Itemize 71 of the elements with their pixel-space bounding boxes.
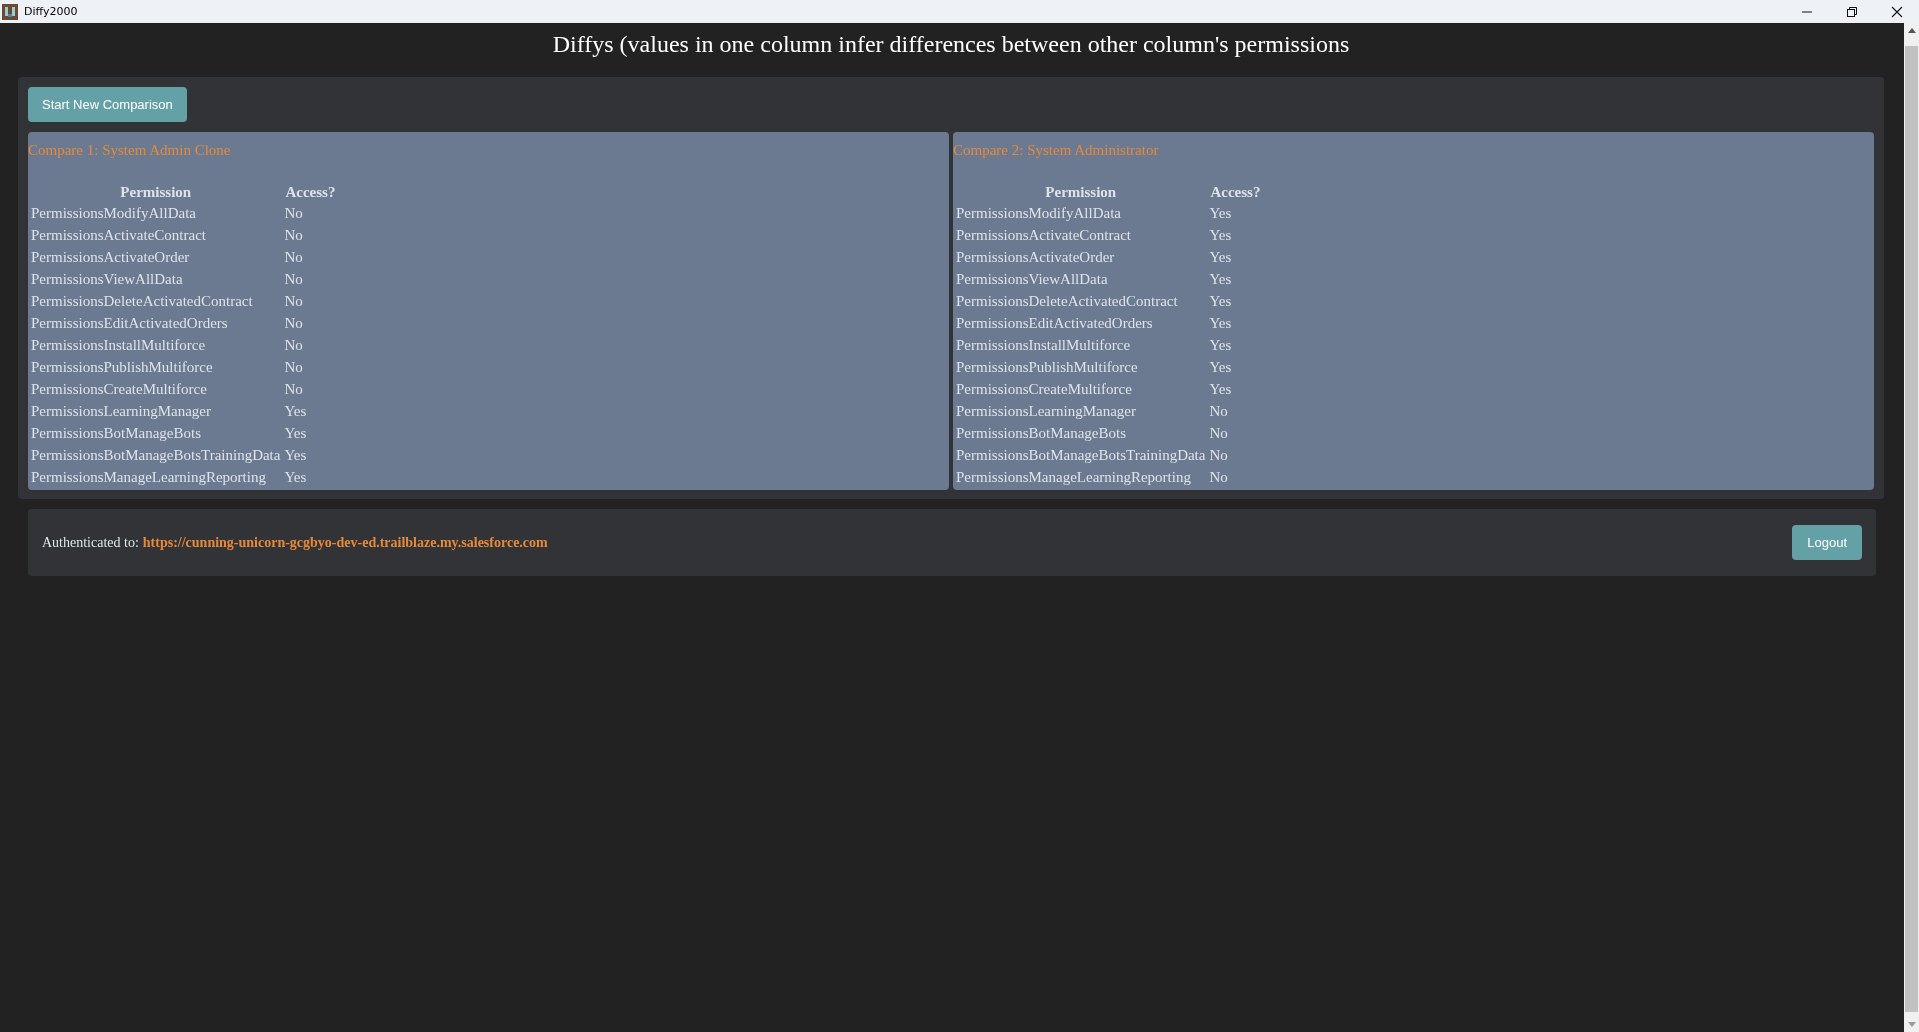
logout-button[interactable]: Logout [1792,525,1862,560]
table-cell-text: PermissionsViewAllData [955,269,1109,289]
table-cell-text: No [283,203,304,223]
table-cell-text: PermissionsEditActivatedOrders [30,313,229,333]
table-cell-text: No [283,247,304,267]
table-cell-text: No [1208,423,1229,443]
table-cell-text: Yes [1208,291,1233,311]
table-cell-text: PermissionsPublishMultiforce [955,357,1139,377]
table-cell-text: PermissionsManageLearningReporting [30,467,267,487]
scroll-down-icon[interactable] [1907,1022,1916,1027]
column-header: Access? [284,182,337,202]
scrollbar[interactable] [1904,23,1919,1032]
table-cell-text: Yes [1208,357,1233,377]
scrollbar-thumb[interactable] [1905,46,1918,1012]
app-icon [2,3,18,20]
table-cell-text: No [283,225,304,245]
window-title: Diffy2000 [24,5,78,18]
page-heading: Diffys (values in one column infer differences between other column's permissions [551,31,1351,58]
close-icon[interactable] [1891,5,1903,18]
table-cell-text: PermissionsCreateMultiforce [955,379,1133,399]
table-cell-text: No [283,269,304,289]
restore-icon[interactable] [1846,5,1858,18]
table-cell-text: PermissionsInstallMultiforce [955,335,1132,355]
table-cell-text: Yes [1208,335,1233,355]
column-header: Access? [1209,182,1262,202]
table-cell-text: Yes [283,401,308,421]
comparison-title: Compare 1: System Admin Clone [28,142,232,160]
table-cell-text: PermissionsBotManageBotsTrainingData [955,445,1207,465]
table-cell-text: PermissionsModifyAllData [30,203,197,223]
table-cell-text: PermissionsPublishMultiforce [30,357,214,377]
scroll-up-icon[interactable] [1907,28,1916,33]
table-cell-text: PermissionsManageLearningReporting [955,467,1192,487]
comparison-title: Compare 2: System Administrator [953,142,1160,160]
table-cell-text: Yes [1208,247,1233,267]
table-cell-text: PermissionsLearningManager [955,401,1137,421]
table-cell-text: No [283,313,304,333]
table-cell-text: No [1208,401,1229,421]
table-cell-text: Yes [283,445,308,465]
table-cell-text: No [283,335,304,355]
table-cell-text: No [283,357,304,377]
table-cell-text: PermissionsBotManageBotsTrainingData [30,445,282,465]
table-cell-text: Yes [1208,225,1233,245]
column-header: Permission [119,182,193,202]
table-cell-text: PermissionsInstallMultiforce [30,335,207,355]
table-cell-text: PermissionsDeleteActivatedContract [30,291,254,311]
start-comparison-button[interactable]: Start New Comparison [28,87,187,122]
column-header: Permission [1044,182,1118,202]
table-cell-text: No [1208,467,1229,487]
table-cell-text: Yes [283,423,308,443]
table-cell-text: Yes [1208,313,1233,333]
table-cell-text: PermissionsCreateMultiforce [30,379,208,399]
table-cell-text: PermissionsLearningManager [30,401,212,421]
table-cell-text: PermissionsActivateContract [955,225,1132,245]
table-cell-text: PermissionsModifyAllData [955,203,1122,223]
instance-link[interactable]: https://cunning-unicorn-gcgbyo-dev-ed.trailblaze.my.salesforce.com [142,534,548,551]
auth-label: Authenticated to: [42,534,139,551]
table-cell-text: PermissionsViewAllData [30,269,184,289]
table-cell-text: PermissionsActivateContract [30,225,207,245]
table-cell-text: No [1208,445,1229,465]
table-cell-text: PermissionsBotManageBots [30,423,202,443]
table-cell-text: No [283,291,304,311]
table-cell-text: PermissionsActivateOrder [30,247,191,267]
table-cell-text: PermissionsDeleteActivatedContract [955,291,1179,311]
table-cell-text: PermissionsEditActivatedOrders [955,313,1154,333]
table-cell-text: PermissionsActivateOrder [955,247,1116,267]
table-cell-text: Yes [283,467,308,487]
table-cell-text: No [283,379,304,399]
table-cell-text: Yes [1208,269,1233,289]
table-cell-text: PermissionsBotManageBots [955,423,1127,443]
table-cell-text: Yes [1208,379,1233,399]
table-cell-text: Yes [1208,203,1233,223]
